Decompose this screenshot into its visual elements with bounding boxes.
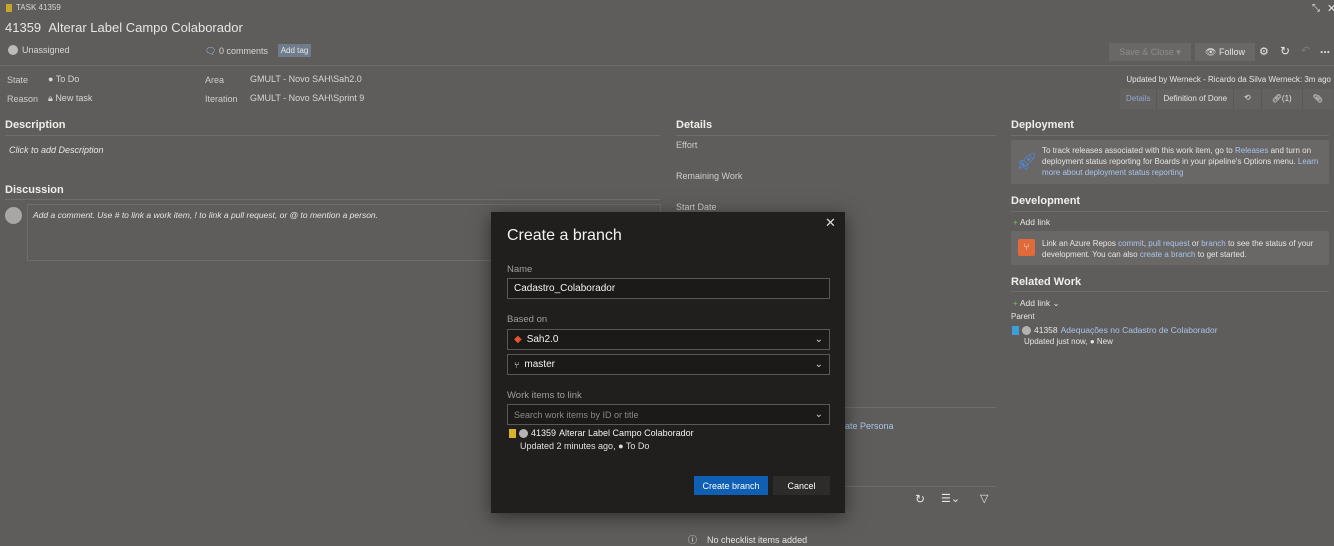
follow-button[interactable]: 👁 Follow	[1195, 43, 1255, 61]
remaining-work-label: Remaining Work	[676, 171, 743, 181]
rocket-icon: 🚀︎	[1016, 152, 1038, 171]
history-icon: ⟲	[1244, 93, 1251, 102]
avatar-icon	[8, 45, 18, 55]
repo-select[interactable]: ◆ Sah2.0 ⌄	[507, 329, 830, 350]
chevron-down-icon: ⌄	[814, 359, 823, 370]
comments-link[interactable]: 🗨 0 comments	[205, 46, 268, 57]
more-button[interactable]: ...	[1320, 42, 1330, 56]
base-branch-select[interactable]: ⑂ master ⌄	[507, 354, 830, 375]
parent-label: Parent	[1011, 312, 1035, 321]
linked-item-status: Updated 2 minutes ago, ● To Do	[520, 441, 650, 451]
gear-icon[interactable]: ⚙	[1259, 45, 1269, 58]
deployment-header: Deployment	[1011, 119, 1074, 131]
pull-request-link[interactable]: pull request	[1148, 239, 1189, 248]
reason-field[interactable]: 🔒︎ New task	[48, 93, 92, 104]
linked-work-item: 41359 Alterar Label Campo Colaborador	[509, 428, 694, 438]
start-date-label: Start Date	[676, 202, 717, 212]
task-icon	[509, 428, 516, 438]
add-related-link-button[interactable]: + Add link ⌄	[1013, 298, 1060, 309]
lock-icon: 🔒︎	[48, 93, 53, 103]
branch-icon: ⑂	[514, 359, 520, 370]
plus-icon: +	[1013, 217, 1018, 227]
reason-label: Reason	[7, 94, 39, 104]
repo-icon: ⑂	[1018, 239, 1035, 256]
create-branch-dialog: ✕ Create a branch Name Cadastro_Colabora…	[491, 212, 845, 513]
name-label: Name	[507, 264, 533, 275]
filter-icon[interactable]: ▽	[980, 492, 988, 505]
create-branch-link[interactable]: create a branch	[1140, 250, 1196, 259]
state-label: State	[7, 75, 29, 85]
description-field[interactable]: Click to add Description	[9, 145, 104, 155]
tab-links[interactable]: 🔗︎(1)	[1260, 89, 1302, 109]
development-text: Link an Azure Repos commit, pull request…	[1042, 239, 1314, 259]
assignee-picker[interactable]: Unassigned	[8, 45, 70, 55]
state-field[interactable]: ● To Do	[48, 74, 79, 84]
eye-icon: 👁	[1205, 46, 1217, 57]
chevron-down-icon: ⌄	[814, 409, 823, 420]
dialog-title: Create a branch	[507, 227, 622, 244]
task-icon	[6, 3, 12, 12]
commit-link[interactable]: commit	[1118, 239, 1144, 248]
refresh-icon[interactable]: ↻	[915, 492, 925, 506]
persona-link[interactable]: ate Persona	[845, 421, 894, 431]
close-icon[interactable]: ✕	[1327, 2, 1334, 15]
page-title: 41359 Alterar Label Campo Colaborador	[5, 20, 243, 35]
undo-icon[interactable]: ↶	[1301, 44, 1310, 57]
releases-link[interactable]: Releases	[1235, 146, 1268, 155]
avatar-icon	[519, 428, 528, 438]
link-icon: 🔗︎	[1271, 94, 1282, 103]
based-on-label: Based on	[507, 314, 548, 325]
options-icon[interactable]: ☰⌄	[941, 492, 960, 505]
area-field[interactable]: GMULT - Novo SAH\Sah2.0	[250, 74, 362, 84]
description-header: Description	[5, 119, 66, 131]
info-icon: ⓘ	[688, 535, 698, 545]
comment-icon: 🗨	[205, 46, 217, 56]
area-label: Area	[205, 75, 225, 85]
parent-status: Updated just now, ● New	[1024, 337, 1113, 346]
work-items-label: Work items to link	[507, 390, 582, 401]
effort-label: Effort	[676, 140, 698, 150]
work-item-type: TASK 41359	[6, 3, 61, 12]
parent-item[interactable]: 41358 Adequações no Cadastro de Colaborad…	[1012, 325, 1218, 335]
tab-definition-of-done[interactable]: Definition of Done	[1156, 89, 1233, 109]
related-work-header: Related Work	[1011, 276, 1082, 288]
work-item-search[interactable]: Search work items by ID or title ⌄	[507, 404, 830, 425]
updated-by: Updated by Werneck - Ricardo da Silva We…	[1126, 75, 1331, 84]
add-link-button[interactable]: + Add link	[1013, 217, 1050, 227]
avatar-icon	[1022, 325, 1031, 335]
details-header: Details	[676, 119, 713, 131]
deployment-text: To track releases associated with this w…	[1042, 146, 1319, 177]
branch-name-input[interactable]: Cadastro_Colaborador	[507, 278, 830, 299]
iteration-field[interactable]: GMULT - Novo SAH\Sprint 9	[250, 93, 364, 103]
refresh-icon[interactable]: ↻	[1280, 44, 1290, 58]
close-dialog-icon[interactable]: ✕	[825, 215, 836, 231]
iteration-label: Iteration	[205, 94, 238, 104]
development-header: Development	[1011, 195, 1081, 207]
minimize-icon[interactable]: ⤡	[1312, 3, 1320, 14]
paperclip-icon: 📎︎	[1312, 94, 1323, 103]
plus-icon: +	[1013, 298, 1018, 308]
create-branch-button[interactable]: Create branch	[694, 476, 768, 495]
story-icon	[1012, 325, 1019, 335]
save-close-button[interactable]: Save & Close ▾	[1109, 43, 1191, 61]
git-repo-icon: ◆	[514, 334, 522, 345]
tab-details[interactable]: Details	[1120, 89, 1156, 109]
cancel-button[interactable]: Cancel	[773, 476, 830, 495]
avatar	[5, 207, 22, 224]
chevron-down-icon: ⌄	[814, 334, 823, 345]
branch-link[interactable]: branch	[1201, 239, 1225, 248]
tab-attachments[interactable]: 📎︎	[1301, 89, 1333, 109]
add-tag-button[interactable]: Add tag	[278, 44, 311, 57]
discussion-header: Discussion	[5, 184, 64, 196]
tab-history[interactable]: ⟲	[1233, 89, 1261, 109]
